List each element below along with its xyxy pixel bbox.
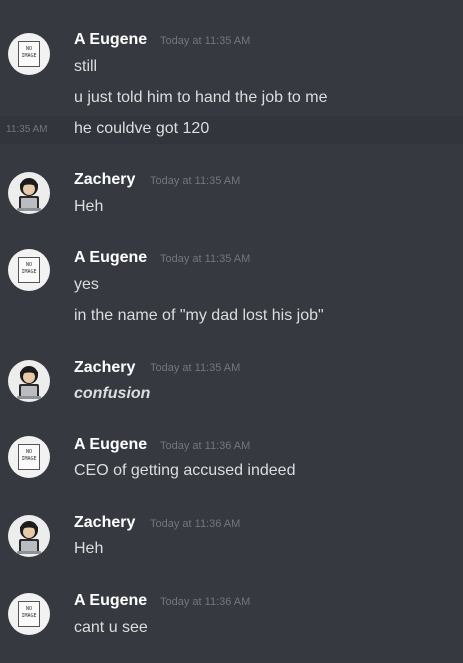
avatar[interactable] [8, 360, 50, 402]
message-row-hovered[interactable]: 11:35 AM he couldve got 120 [0, 116, 463, 144]
author-name[interactable]: A Eugene [74, 592, 147, 610]
message-text: yes [74, 276, 99, 293]
person-with-laptop-icon [17, 366, 41, 399]
message-text: still [74, 58, 98, 75]
message-timestamp: Today at 11:36 AM [160, 440, 251, 452]
avatar-noimage-label: NO [25, 46, 33, 52]
chat-message-list: NO IMAGE A Eugene Today at 11:35 AM still… [0, 0, 463, 663]
author-name[interactable]: Zachery [74, 171, 135, 189]
message-text: u just told him to hand the job to me [74, 89, 328, 106]
no-image-avatar-icon: NO IMAGE [18, 601, 40, 627]
avatar[interactable] [8, 515, 50, 557]
person-with-laptop-icon [17, 178, 41, 211]
avatar-noimage-label: NO [25, 262, 33, 268]
avatar[interactable]: NO IMAGE [8, 436, 50, 478]
author-name[interactable]: A Eugene [74, 249, 147, 267]
message-timestamp: Today at 11:35 AM [160, 35, 251, 47]
avatar[interactable] [8, 172, 50, 214]
message-timestamp: Today at 11:36 AM [160, 596, 251, 608]
avatar-noimage-label: IMAGE [21, 613, 37, 619]
avatar-noimage-label: IMAGE [21, 53, 37, 59]
message-timestamp: Today at 11:35 AM [150, 175, 241, 187]
avatar-noimage-label: IMAGE [21, 269, 37, 275]
no-image-avatar-icon: NO IMAGE [18, 257, 40, 283]
message-timestamp: Today at 11:35 AM [160, 253, 251, 265]
avatar-noimage-label: NO [25, 606, 33, 612]
avatar-noimage-label: IMAGE [21, 456, 37, 462]
author-name[interactable]: A Eugene [74, 436, 147, 454]
author-name[interactable]: Zachery [74, 514, 135, 532]
message-text: he couldve got 120 [74, 120, 210, 137]
message-text: CEO of getting accused indeed [74, 462, 296, 479]
message-text: Heh [74, 540, 104, 557]
message-hover-timestamp: 11:35 AM [6, 124, 48, 135]
avatar[interactable]: NO IMAGE [8, 593, 50, 635]
avatar[interactable]: NO IMAGE [8, 249, 50, 291]
avatar[interactable]: NO IMAGE [8, 33, 50, 75]
person-with-laptop-icon [17, 521, 41, 554]
avatar-noimage-label: NO [25, 449, 33, 455]
message-text: confusion [74, 385, 151, 402]
message-text: cant u see [74, 619, 148, 636]
message-timestamp: Today at 11:36 AM [150, 518, 241, 530]
no-image-avatar-icon: NO IMAGE [18, 41, 40, 67]
message-text: in the name of "my dad lost his job" [74, 307, 324, 324]
author-name[interactable]: Zachery [74, 359, 135, 377]
author-name[interactable]: A Eugene [74, 31, 147, 49]
message-text: Heh [74, 198, 104, 215]
no-image-avatar-icon: NO IMAGE [18, 444, 40, 470]
message-timestamp: Today at 11:35 AM [150, 362, 241, 374]
